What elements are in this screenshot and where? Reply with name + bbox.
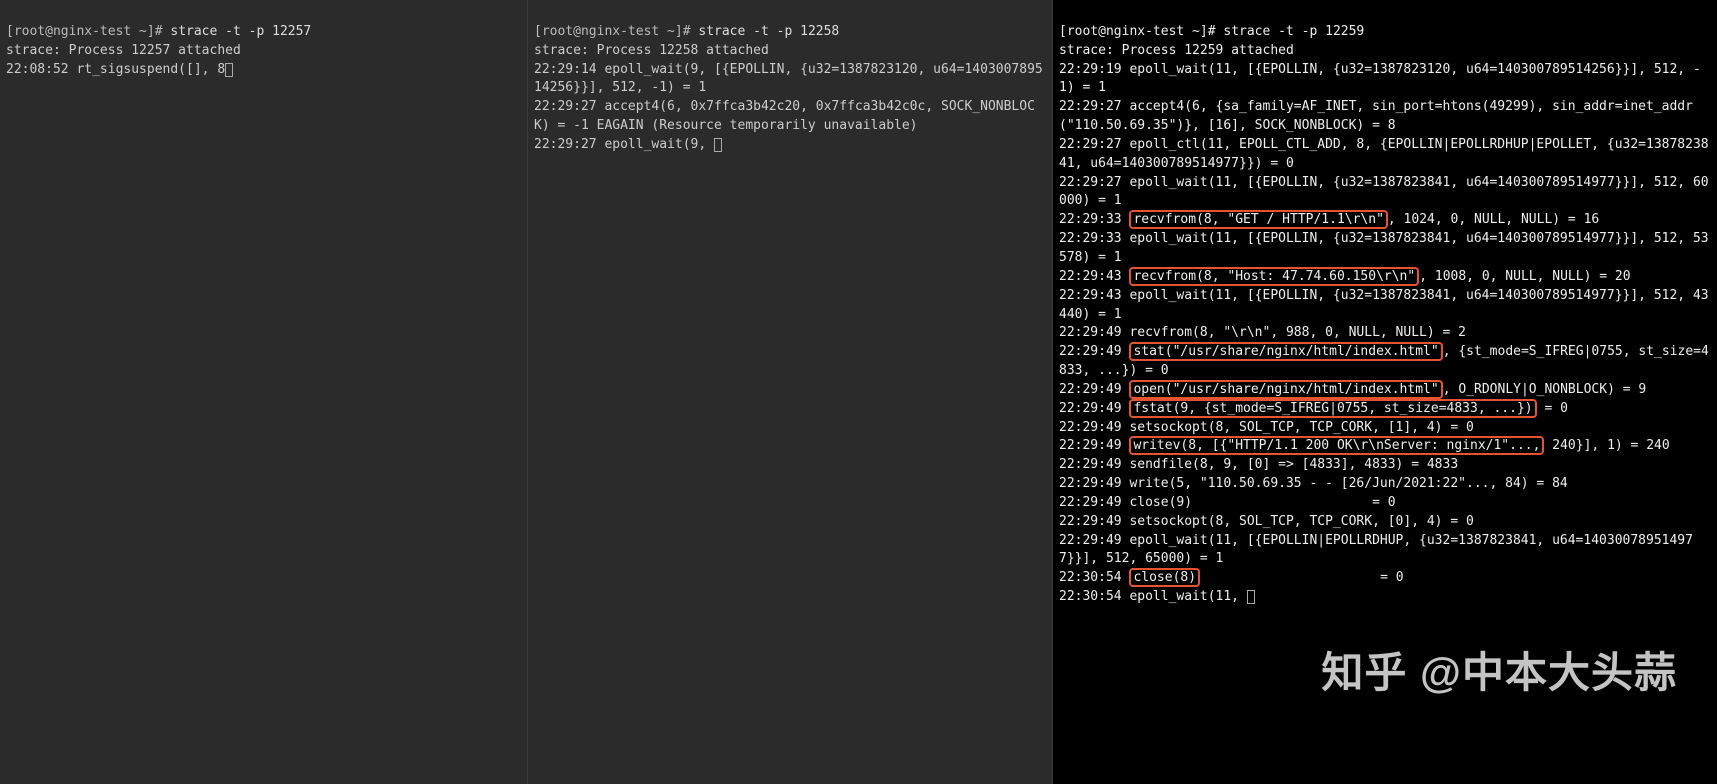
output-segment: 22:29:49 setsockopt(8, SOL_TCP, TCP_CORK… bbox=[1059, 420, 1474, 435]
output-line: 22:08:52 rt_sigsuspend([], 8 bbox=[6, 62, 225, 77]
highlighted-syscall: recvfrom(8, "GET / HTTP/1.1\r\n" bbox=[1129, 210, 1387, 229]
shell-prompt: [root@nginx-test ~]# bbox=[1059, 24, 1223, 39]
output-segment: 22:29:49 sendfile(8, 9, [0] => [4833], 4… bbox=[1059, 457, 1458, 472]
output-segment: 22:29:49 setsockopt(8, SOL_TCP, TCP_CORK… bbox=[1059, 514, 1474, 529]
output-segment: 22:29:43 epoll_wait(11, [{EPOLLIN, {u32=… bbox=[1059, 288, 1709, 322]
highlighted-syscall: recvfrom(8, "Host: 47.74.60.150\r\n" bbox=[1129, 267, 1419, 286]
output-segment: = 0 bbox=[1200, 570, 1404, 585]
output-line: 22:29:27 epoll_wait(9, bbox=[534, 137, 714, 152]
output-segment: 22:29:27 epoll_ctl(11, EPOLL_CTL_ADD, 8,… bbox=[1059, 137, 1709, 171]
highlighted-syscall: close(8) bbox=[1129, 568, 1200, 587]
output-segment: 240}], 1) = 240 bbox=[1544, 438, 1669, 453]
highlighted-syscall: fstat(9, {st_mode=S_IFREG|0755, st_size=… bbox=[1129, 399, 1536, 418]
output-body: strace: Process 12259 attached 22:29:19 … bbox=[1059, 43, 1709, 604]
highlighted-syscall: open("/usr/share/nginx/html/index.html" bbox=[1129, 380, 1442, 399]
output-segment: 22:29:33 bbox=[1059, 212, 1129, 227]
output-segment: 22:29:49 bbox=[1059, 382, 1129, 397]
highlighted-syscall: writev(8, [{"HTTP/1.1 200 OK\r\nServer: … bbox=[1129, 436, 1544, 455]
output-segment: 22:29:49 close(9) = 0 bbox=[1059, 495, 1396, 510]
output-segment: 22:29:27 accept4(6, {sa_family=AF_INET, … bbox=[1059, 99, 1693, 133]
terminal-pane-3[interactable]: [root@nginx-test ~]# strace -t -p 12259 … bbox=[1052, 0, 1717, 784]
output-line: strace: Process 12258 attached bbox=[534, 43, 769, 58]
output-segment: 22:29:49 write(5, "110.50.69.35 - - [26/… bbox=[1059, 476, 1568, 491]
output-segment: 22:30:54 bbox=[1059, 570, 1129, 585]
output-segment: 22:29:33 epoll_wait(11, [{EPOLLIN, {u32=… bbox=[1059, 231, 1709, 265]
output-segment: 22:29:49 epoll_wait(11, [{EPOLLIN|EPOLLR… bbox=[1059, 533, 1693, 567]
command-text: strace -t -p 12258 bbox=[698, 24, 839, 39]
output-segment: 22:30:54 epoll_wait(11, bbox=[1059, 589, 1247, 604]
output-segment: , O_RDONLY|O_NONBLOCK) = 9 bbox=[1443, 382, 1647, 397]
output-segment: 22:29:49 bbox=[1059, 344, 1129, 359]
output-segment: 22:29:43 bbox=[1059, 269, 1129, 284]
output-line: strace: Process 12257 attached bbox=[6, 43, 241, 58]
shell-prompt: [root@nginx-test ~]# bbox=[6, 24, 170, 39]
cursor-icon bbox=[225, 63, 233, 77]
output-segment: strace: Process 12259 attached bbox=[1059, 43, 1294, 58]
command-text: strace -t -p 12257 bbox=[170, 24, 311, 39]
output-segment: , 1024, 0, NULL, NULL) = 16 bbox=[1388, 212, 1599, 227]
output-segment: 22:29:49 bbox=[1059, 438, 1129, 453]
output-segment: 22:29:27 epoll_wait(11, [{EPOLLIN, {u32=… bbox=[1059, 175, 1709, 209]
shell-prompt: [root@nginx-test ~]# bbox=[534, 24, 698, 39]
terminal-pane-2[interactable]: [root@nginx-test ~]# strace -t -p 12258 … bbox=[527, 0, 1052, 784]
terminal-pane-1[interactable]: [root@nginx-test ~]# strace -t -p 12257 … bbox=[0, 0, 527, 784]
command-text: strace -t -p 12259 bbox=[1223, 24, 1364, 39]
highlighted-syscall: stat("/usr/share/nginx/html/index.html" bbox=[1129, 342, 1442, 361]
cursor-icon bbox=[1247, 590, 1255, 604]
output-segment: 22:29:49 bbox=[1059, 401, 1129, 416]
output-line: 22:29:14 epoll_wait(9, [{EPOLLIN, {u32=1… bbox=[534, 62, 1043, 96]
cursor-icon bbox=[714, 138, 722, 152]
output-segment: = 0 bbox=[1537, 401, 1568, 416]
output-segment: 22:29:19 epoll_wait(11, [{EPOLLIN, {u32=… bbox=[1059, 62, 1701, 96]
output-segment: 22:29:49 recvfrom(8, "\r\n", 988, 0, NUL… bbox=[1059, 325, 1466, 340]
output-segment: , 1008, 0, NULL, NULL) = 20 bbox=[1419, 269, 1630, 284]
output-line: 22:29:27 accept4(6, 0x7ffca3b42c20, 0x7f… bbox=[534, 99, 1035, 133]
